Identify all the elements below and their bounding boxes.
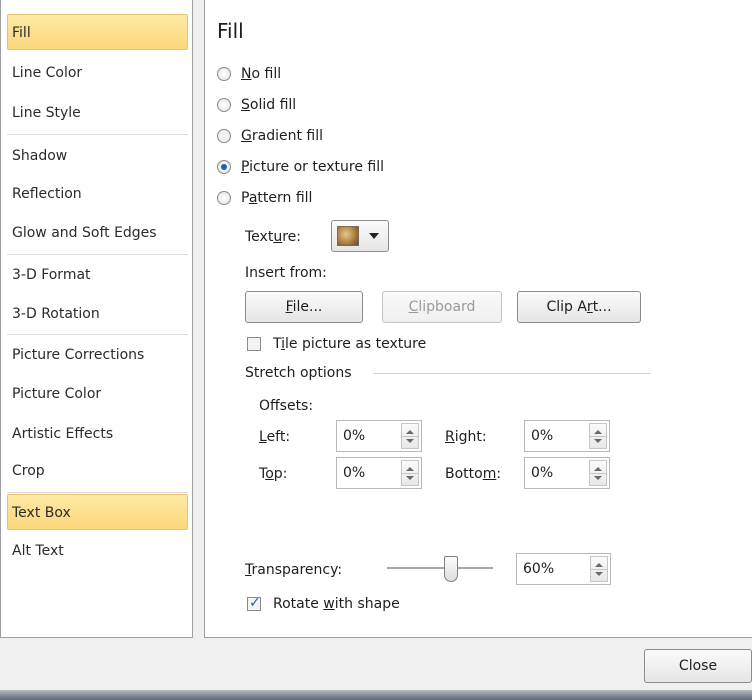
radio-button[interactable] [217,191,231,205]
sidebar-item-reflection[interactable]: Reflection [7,175,188,211]
left-offset-label: Left: [259,429,291,445]
sidebar-divider [7,254,188,255]
texture-label: Texture: [245,229,301,245]
panel-title: Fill [217,19,244,43]
sidebar-item-line-style[interactable]: Line Style [7,94,188,130]
tile-label: Tile picture as texture [273,336,427,352]
spinner-arrows-icon[interactable] [589,460,607,486]
texture-swatch-icon [337,226,359,246]
pattern-fill-label: Pattern fill [241,190,313,206]
clip-art-button[interactable]: Clip Art... [517,291,641,323]
sidebar-item-picture-color[interactable]: Picture Color [7,375,188,411]
sidebar-item-alt-text[interactable]: Alt Text [7,532,188,568]
transparency-label: Transparency: [245,562,343,578]
tile-picture-option[interactable]: Tile picture as texture [247,333,426,355]
picture-texture-fill-option[interactable]: Picture or texture fill [217,156,384,178]
radio-button-checked[interactable] [217,160,231,174]
sidebar-item-text-box[interactable]: Text Box [7,494,188,530]
close-button[interactable]: Close [644,649,752,683]
no-fill-label: No fill [241,66,282,82]
sidebar-item-crop[interactable]: Crop [7,452,188,488]
picture-texture-fill-label: Picture or texture fill [241,159,384,175]
category-list: Fill Line Color Line Style Shadow Reflec… [0,0,193,638]
left-offset-value[interactable]: 0% [343,428,365,444]
bottom-offset-value[interactable]: 0% [531,465,553,481]
sidebar-item-fill[interactable]: Fill [7,14,188,50]
top-offset-spinner[interactable]: 0% [336,457,422,489]
transparency-slider-track[interactable] [387,567,493,569]
radio-button[interactable] [217,129,231,143]
fill-panel: Fill No fill Solid fill Gradient fill Pi… [204,0,752,638]
sidebar-item-artistic-effects[interactable]: Artistic Effects [7,415,188,451]
top-offset-label: Top: [259,466,288,482]
radio-button[interactable] [217,67,231,81]
stretch-options-label: Stretch options [245,365,352,381]
spinner-arrows-icon[interactable] [401,423,419,449]
sidebar-item-line-color[interactable]: Line Color [7,54,188,90]
offsets-label: Offsets: [259,398,314,414]
no-fill-option[interactable]: No fill [217,63,281,85]
file-button[interactable]: File... [245,291,363,323]
sidebar-divider [7,492,188,493]
right-offset-label: Right: [445,429,487,445]
left-offset-spinner[interactable]: 0% [336,420,422,452]
transparency-spinner[interactable]: 60% [516,553,611,585]
sidebar-divider [7,134,188,135]
rotate-label: Rotate with shape [273,596,400,612]
tile-checkbox[interactable] [247,337,261,351]
pattern-fill-option[interactable]: Pattern fill [217,187,312,209]
taskbar [0,690,752,700]
solid-fill-option[interactable]: Solid fill [217,94,296,116]
transparency-value[interactable]: 60% [523,561,554,577]
texture-dropdown[interactable] [331,220,389,252]
spinner-arrows-icon[interactable] [590,556,608,582]
rotate-checkbox[interactable] [247,595,261,611]
sidebar-item-picture-corrections[interactable]: Picture Corrections [7,336,188,372]
insert-from-label: Insert from: [245,265,327,281]
gradient-fill-label: Gradient fill [241,128,323,144]
stretch-options-divider [373,373,651,374]
sidebar-item-shadow[interactable]: Shadow [7,137,188,173]
bottom-offset-spinner[interactable]: 0% [524,457,610,489]
spinner-arrows-icon[interactable] [589,423,607,449]
sidebar-divider [7,334,188,335]
rotate-with-shape-option[interactable]: Rotate with shape [247,593,400,615]
right-offset-value[interactable]: 0% [531,428,553,444]
solid-fill-label: Solid fill [241,97,297,113]
gradient-fill-option[interactable]: Gradient fill [217,125,323,147]
right-offset-spinner[interactable]: 0% [524,420,610,452]
sidebar-item-3d-rotation[interactable]: 3-D Rotation [7,295,188,331]
sidebar-item-3d-format[interactable]: 3-D Format [7,256,188,292]
sidebar-item-glow-soft-edges[interactable]: Glow and Soft Edges [7,214,188,250]
radio-button[interactable] [217,98,231,112]
bottom-offset-label: Bottom: [445,466,502,482]
spinner-arrows-icon[interactable] [401,460,419,486]
transparency-slider-thumb[interactable] [443,556,458,582]
clipboard-button[interactable]: Clipboard [382,291,502,323]
chevron-down-icon [369,233,379,239]
top-offset-value[interactable]: 0% [343,465,365,481]
